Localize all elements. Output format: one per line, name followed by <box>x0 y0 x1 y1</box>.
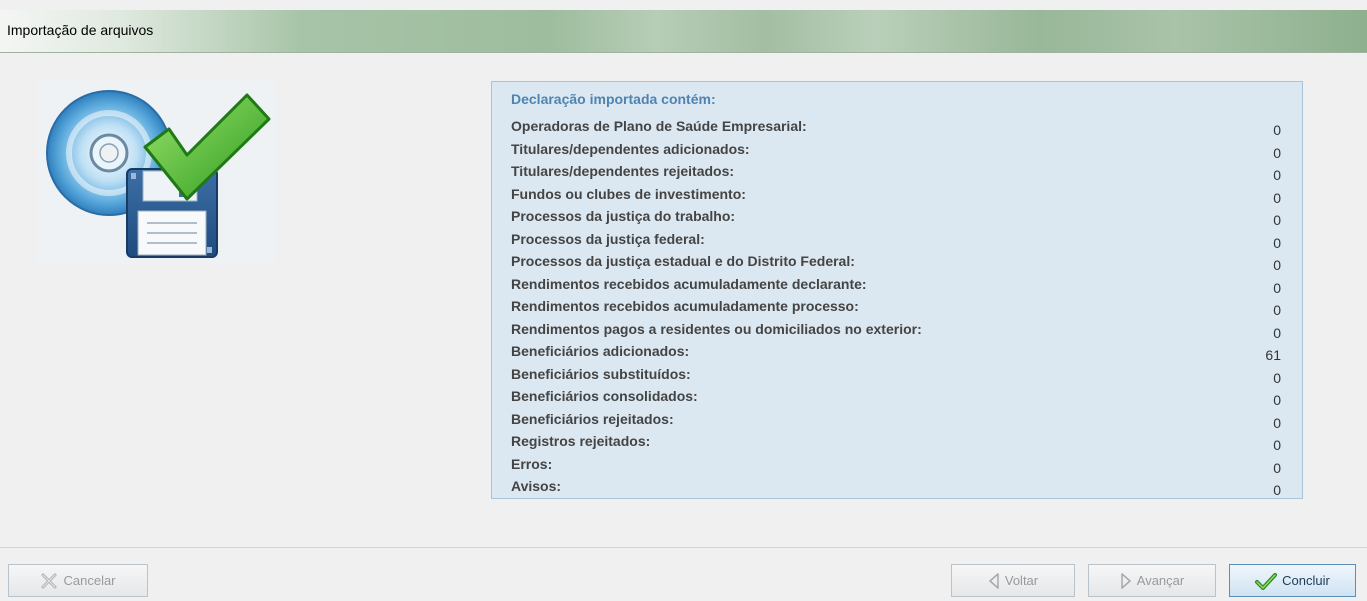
summary-row-value: 0 <box>1273 212 1281 228</box>
summary-row: Beneficiários rejeitados: 0 <box>511 409 1281 432</box>
summary-row-label: Operadoras de Plano de Saúde Empresarial… <box>511 118 807 134</box>
summary-row-label: Titulares/dependentes rejeitados: <box>511 163 735 179</box>
summary-row: Beneficiários adicionados: 61 <box>511 341 1281 364</box>
cancel-button[interactable]: Cancelar <box>8 564 148 597</box>
next-button[interactable]: Avançar <box>1088 564 1216 597</box>
summary-row-value: 0 <box>1273 122 1281 138</box>
summary-row-value: 0 <box>1273 437 1281 453</box>
summary-row-label: Beneficiários rejeitados: <box>511 410 674 427</box>
summary-row: Titulares/dependentes adicionados: 0 <box>511 139 1281 162</box>
summary-row-label: Titulares/dependentes adicionados: <box>511 140 750 157</box>
left-arrow-icon <box>989 572 999 589</box>
summary-row-value: 0 <box>1273 459 1281 476</box>
summary-row: Rendimentos pagos a residentes ou domici… <box>511 319 1281 342</box>
summary-row-label: Avisos: <box>511 478 562 494</box>
summary-row-value: 0 <box>1273 369 1281 386</box>
summary-row: Processos da justiça estadual e do Distr… <box>511 251 1281 274</box>
import-summary-panel: Declaração importada contém: Operadoras … <box>491 81 1303 499</box>
cancel-button-label: Cancelar <box>63 573 116 588</box>
summary-row-value: 0 <box>1273 144 1281 161</box>
summary-row-label: Beneficiários substituídos: <box>511 365 691 382</box>
summary-row-label: Processos da justiça estadual e do Distr… <box>511 253 855 269</box>
footer-separator <box>0 547 1367 548</box>
window-title: Importação de arquivos <box>7 22 154 38</box>
summary-row-value: 0 <box>1273 234 1281 251</box>
summary-row-value: 0 <box>1273 392 1281 408</box>
summary-row-value: 0 <box>1273 324 1281 341</box>
summary-row-value: 0 <box>1273 257 1281 273</box>
window-title-bar: Importação de arquivos <box>0 10 1367 53</box>
summary-header: Declaração importada contém: <box>511 91 716 107</box>
summary-row: Operadoras de Plano de Saúde Empresarial… <box>511 116 1281 139</box>
back-button[interactable]: Voltar <box>951 564 1075 597</box>
summary-row-label: Registros rejeitados: <box>511 433 651 449</box>
summary-row: Registros rejeitados: 0 <box>511 431 1281 454</box>
summary-row-label: Erros: <box>511 455 553 472</box>
summary-row-value: 0 <box>1273 189 1281 206</box>
summary-rows: Operadoras de Plano de Saúde Empresarial… <box>511 116 1281 499</box>
summary-row-label: Rendimentos recebidos acumuladamente pro… <box>511 298 859 314</box>
summary-row: Rendimentos recebidos acumuladamente pro… <box>511 296 1281 319</box>
finish-button-label: Concluir <box>1282 573 1330 588</box>
summary-row-label: Fundos ou clubes de investimento: <box>511 185 746 202</box>
cd-floppy-checkmark-icon <box>46 90 271 258</box>
summary-row-value: 0 <box>1273 482 1281 498</box>
next-button-label: Avançar <box>1136 573 1185 588</box>
summary-row: Titulares/dependentes rejeitados: 0 <box>511 161 1281 184</box>
summary-row-value: 61 <box>1265 347 1281 363</box>
back-button-label: Voltar <box>1004 573 1039 588</box>
summary-row: Beneficiários consolidados: 0 <box>511 386 1281 409</box>
summary-row: Processos da justiça do trabalho: 0 <box>511 206 1281 229</box>
checkmark-icon <box>1255 572 1278 590</box>
finish-button[interactable]: Concluir <box>1229 564 1356 597</box>
summary-row: Beneficiários substituídos: 0 <box>511 364 1281 387</box>
summary-row-value: 0 <box>1273 279 1281 296</box>
summary-row-value: 0 <box>1273 302 1281 318</box>
summary-row-value: 0 <box>1273 414 1281 431</box>
summary-row: Rendimentos recebidos acumuladamente dec… <box>511 274 1281 297</box>
summary-row: Avisos: 0 <box>511 476 1281 499</box>
summary-row: Processos da justiça federal: 0 <box>511 229 1281 252</box>
summary-row-label: Beneficiários adicionados: <box>511 343 690 359</box>
summary-row-label: Beneficiários consolidados: <box>511 388 698 404</box>
summary-row: Erros: 0 <box>511 454 1281 477</box>
right-arrow-icon <box>1121 572 1131 589</box>
x-icon <box>41 573 57 588</box>
summary-row: Fundos ou clubes de investimento: 0 <box>511 184 1281 207</box>
summary-row-label: Processos da justiça federal: <box>511 230 705 247</box>
summary-row-label: Processos da justiça do trabalho: <box>511 208 736 224</box>
summary-row-label: Rendimentos recebidos acumuladamente dec… <box>511 275 867 292</box>
summary-row-label: Rendimentos pagos a residentes ou domici… <box>511 320 922 337</box>
import-illustration <box>37 81 275 264</box>
summary-row-value: 0 <box>1273 167 1281 183</box>
